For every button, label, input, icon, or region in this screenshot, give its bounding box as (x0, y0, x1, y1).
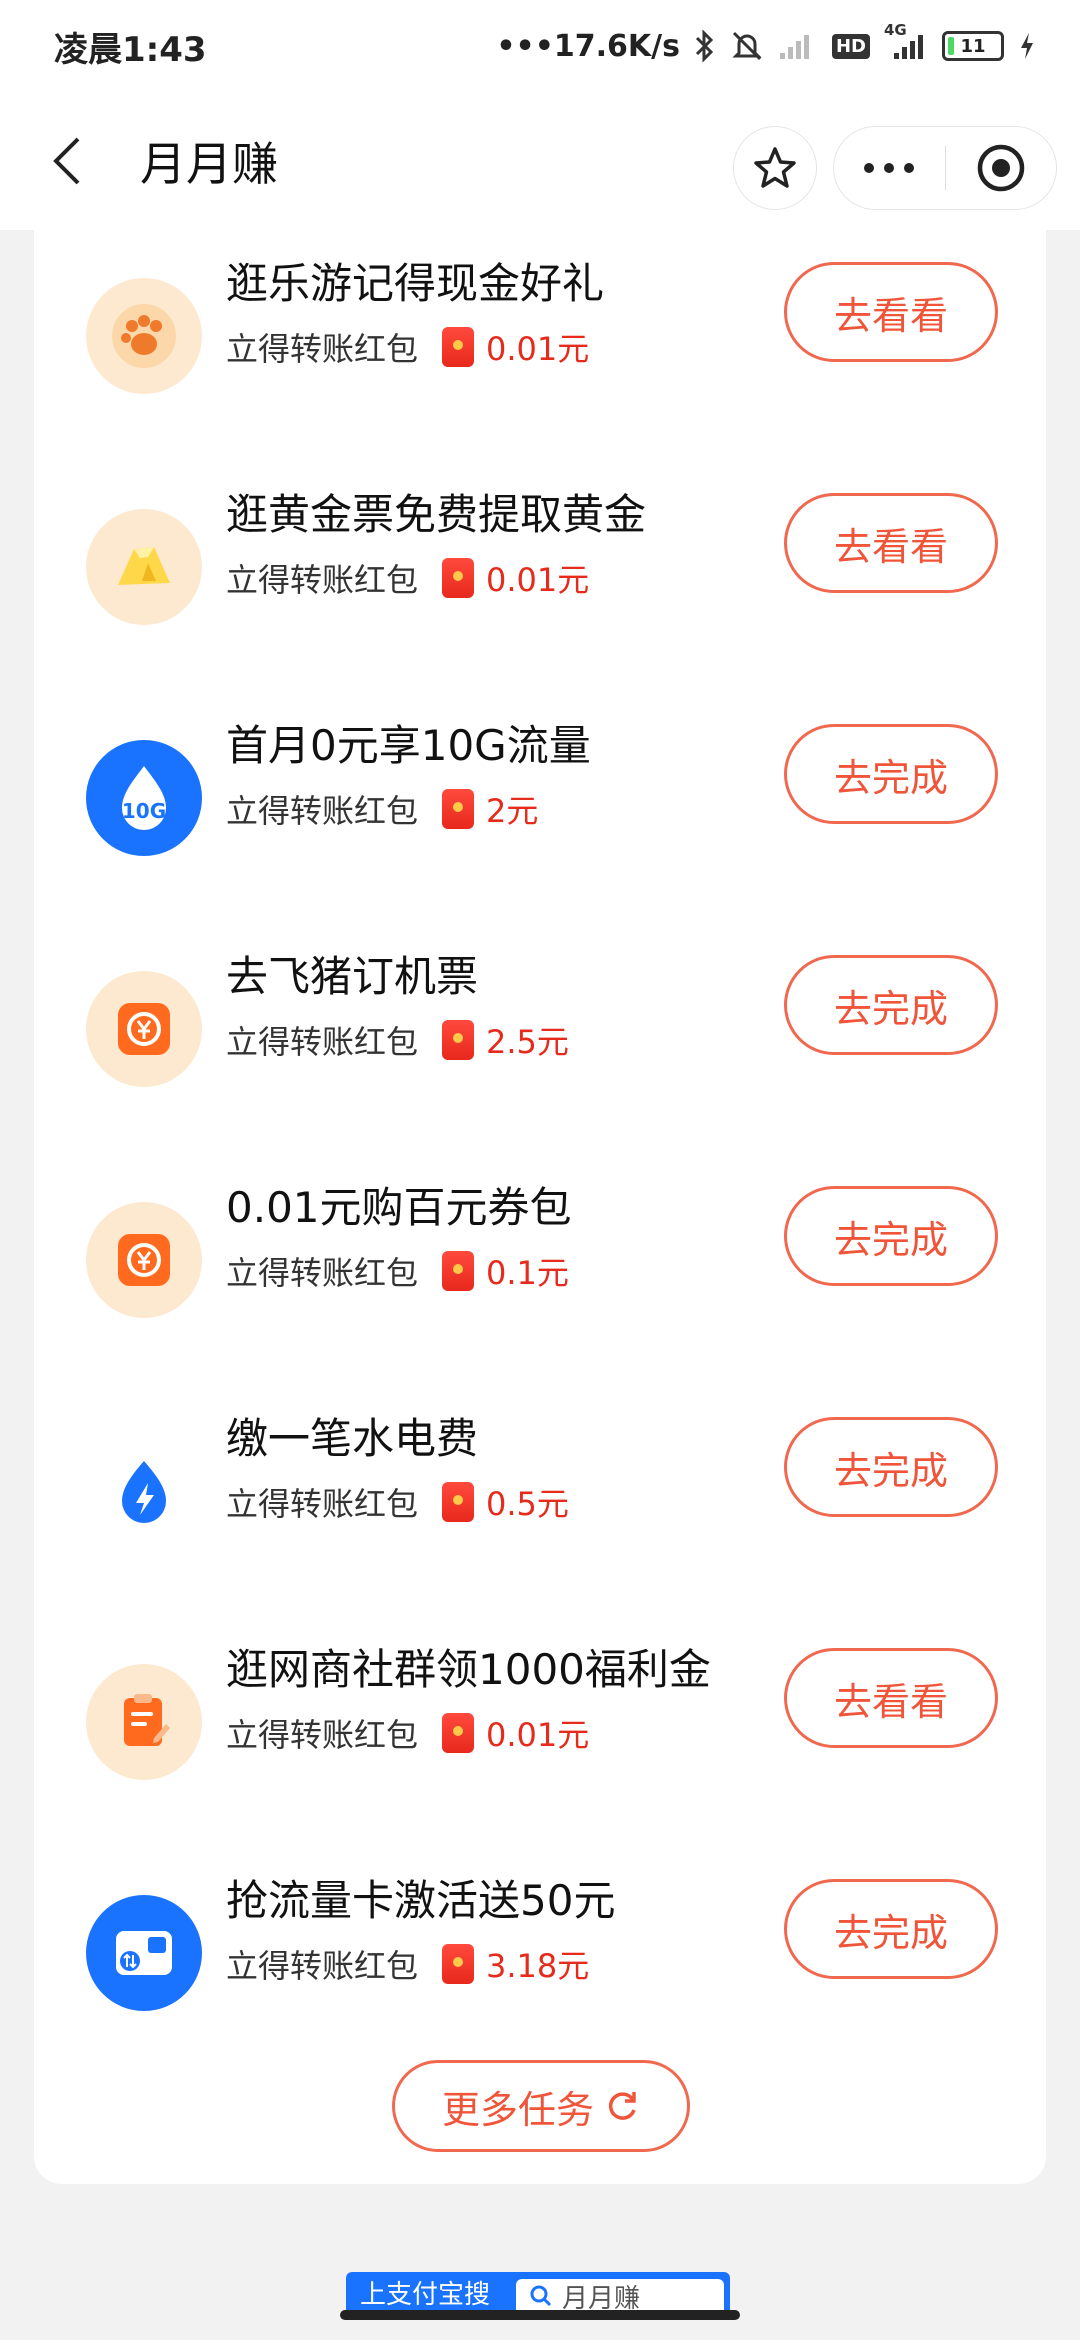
task-action-button[interactable]: 去看看 (784, 262, 998, 362)
task-action-button[interactable]: 去完成 (784, 1417, 998, 1517)
task-reward: 立得转账红包 0.1元 (226, 1248, 569, 1294)
task-row: 去飞猪订机票 立得转账红包 2.5元 去完成 (34, 923, 1046, 1154)
red-packet-icon (442, 558, 475, 598)
signal-weak-icon (778, 29, 818, 63)
bottom-search-banner[interactable]: 上支付宝搜 月月赚 (346, 2272, 730, 2312)
task-reward: 立得转账红包 0.01元 (226, 324, 589, 370)
data-10g-icon: 10G (86, 740, 202, 856)
gold-bar-icon (86, 509, 202, 625)
clipboard-icon (86, 1664, 202, 1780)
red-packet-icon (442, 1251, 475, 1291)
task-reward: 立得转账红包 0.01元 (226, 555, 589, 601)
task-action-button[interactable]: 去完成 (784, 1186, 998, 1286)
back-button[interactable] (34, 129, 98, 193)
search-icon (530, 2285, 552, 2307)
task-title: 逛乐游记得现金好礼 (226, 259, 605, 308)
status-bar: 凌晨1:43 •••17.6K/s HD 4G 11 (0, 0, 1080, 92)
task-title: 逛黄金票免费提取黄金 (226, 490, 647, 539)
mute-bell-icon (730, 29, 764, 63)
task-action-button[interactable]: 去完成 (784, 724, 998, 824)
task-action-button[interactable]: 去完成 (784, 1879, 998, 1979)
yuan-bag-icon (86, 1202, 202, 1318)
hd-icon: HD (831, 29, 870, 63)
mini-program-capsule (833, 126, 1057, 210)
star-icon (754, 147, 796, 188)
chevron-left-icon (53, 137, 80, 185)
task-card: 逛乐游记得现金好礼 立得转账红包 0.01元 去看看 逛黄金票免费提取黄金 立得… (34, 230, 1046, 2184)
favorite-button[interactable] (733, 126, 817, 210)
search-box: 月月赚 (516, 2279, 724, 2312)
task-reward: 立得转账红包 2元 (226, 786, 538, 832)
task-reward: 立得转账红包 2.5元 (226, 1017, 569, 1063)
task-title: 去飞猪订机票 (226, 952, 479, 1001)
task-row: 逛乐游记得现金好礼 立得转账红包 0.01元 去看看 (34, 230, 1046, 461)
task-row: 10G 首月0元享10G流量 立得转账红包 2元 去完成 (34, 692, 1046, 923)
yuan-bag-icon (86, 971, 202, 1087)
nav-bar: 月月赚 (0, 92, 1080, 230)
more-dots-icon (864, 163, 915, 173)
task-reward: 立得转账红包 0.01元 (226, 1710, 589, 1756)
network-speed: •••17.6K/s (496, 28, 680, 64)
red-packet-icon (442, 1482, 475, 1522)
battery-icon: 11 (942, 31, 1004, 61)
task-row: 抢流量卡激活送50元 立得转账红包 3.18元 去完成 (34, 1847, 1046, 2078)
task-title: 首月0元享10G流量 (226, 721, 591, 770)
close-miniprogram-button[interactable] (946, 127, 1057, 209)
icon-10g-text: 10G (122, 799, 166, 823)
task-row: 缴一笔水电费 立得转账红包 0.5元 去完成 (34, 1385, 1046, 1616)
task-action-button[interactable]: 去看看 (784, 1648, 998, 1748)
paw-icon (86, 278, 202, 394)
lightning-drop-icon (86, 1433, 202, 1549)
signal-4g-icon: 4G (884, 21, 928, 63)
task-row: 逛网商社群领1000福利金 立得转账红包 0.01元 去看看 (34, 1616, 1046, 1847)
red-packet-icon (442, 1020, 475, 1060)
red-packet-icon (442, 1713, 475, 1753)
task-title: 缴一笔水电费 (226, 1414, 479, 1463)
status-time: 凌晨1:43 (54, 29, 207, 70)
home-indicator[interactable] (340, 2310, 740, 2320)
task-title: 逛网商社群领1000福利金 (226, 1645, 711, 1694)
more-tasks-button[interactable]: 更多任务 (392, 2060, 690, 2152)
red-packet-icon (442, 1944, 475, 1984)
task-row: 0.01元购百元券包 立得转账红包 0.1元 去完成 (34, 1154, 1046, 1385)
target-icon (977, 144, 1024, 192)
refresh-icon (608, 2092, 636, 2120)
task-title: 0.01元购百元券包 (226, 1183, 572, 1232)
task-title: 抢流量卡激活送50元 (226, 1876, 616, 1925)
task-action-button[interactable]: 去看看 (784, 493, 998, 593)
red-packet-icon (442, 789, 475, 829)
sim-card-icon (86, 1895, 202, 2011)
task-reward: 立得转账红包 3.18元 (226, 1941, 589, 1987)
more-button[interactable] (834, 127, 945, 209)
red-packet-icon (442, 327, 475, 367)
status-icons: •••17.6K/s HD 4G 11 (496, 21, 1036, 64)
page-title: 月月赚 (140, 137, 278, 191)
bluetooth-icon (694, 29, 716, 63)
task-action-button[interactable]: 去完成 (784, 955, 998, 1055)
task-reward: 立得转账红包 0.5元 (226, 1479, 569, 1525)
charging-icon (1018, 29, 1036, 63)
task-row: 逛黄金票免费提取黄金 立得转账红包 0.01元 去看看 (34, 461, 1046, 692)
